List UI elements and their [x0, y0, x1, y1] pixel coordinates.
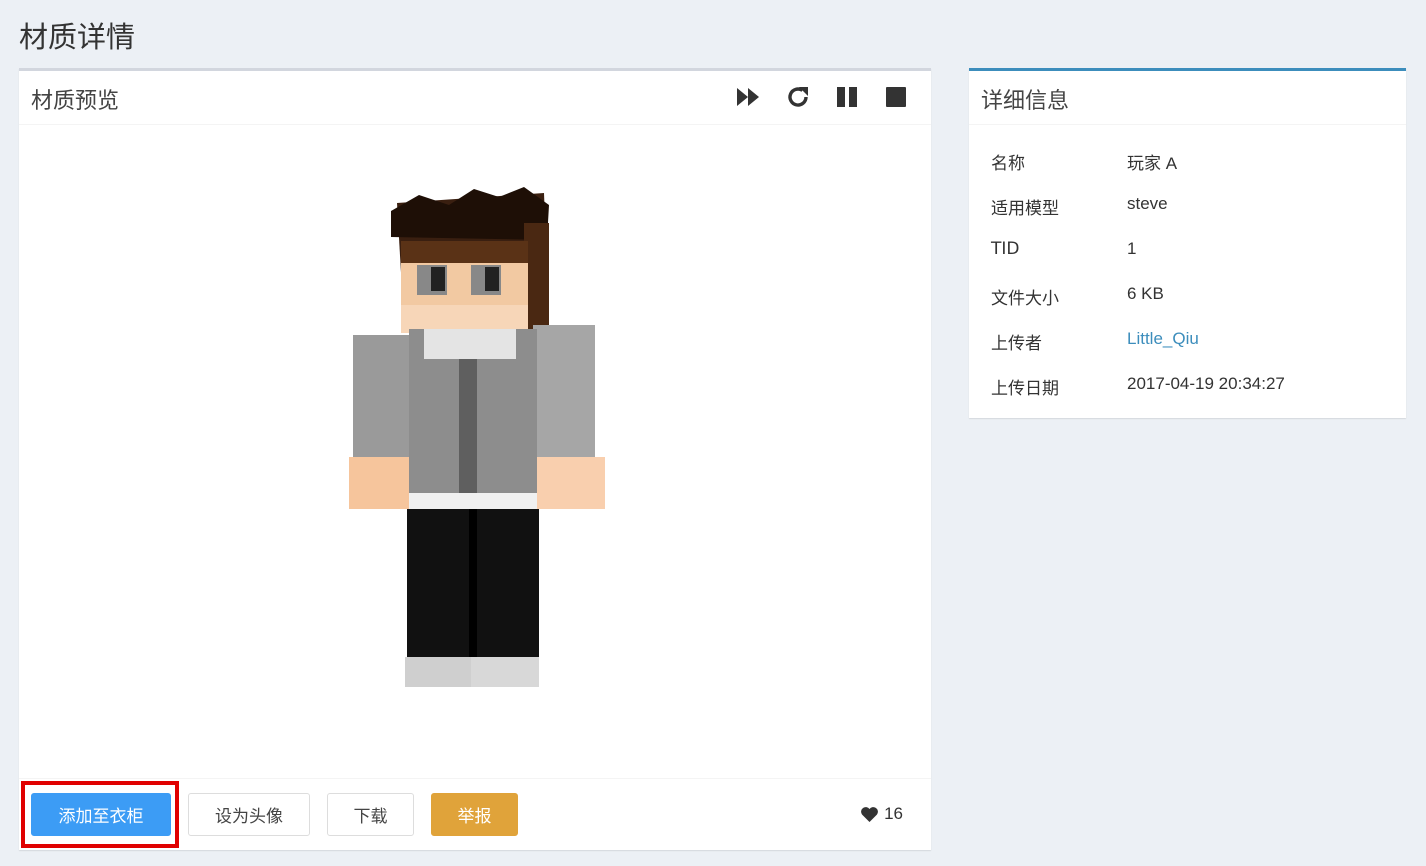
- preview-title: 材质预览: [31, 89, 120, 114]
- uploader-link[interactable]: Little_Qiu: [1127, 329, 1199, 349]
- page-title: 材质详情: [19, 20, 136, 54]
- info-key: 上传日期: [991, 379, 1059, 399]
- download-button[interactable]: 下载: [327, 793, 414, 836]
- highlight-box: [21, 781, 179, 848]
- fast-forward-icon[interactable]: [735, 83, 762, 110]
- info-key: 上传者: [991, 334, 1042, 354]
- info-key: 名称: [991, 154, 1025, 174]
- info-box: 详细信息 名称 玩家 A 适用模型 steve TID 1 文件大小 6 KB …: [969, 68, 1406, 418]
- info-key: 适用模型: [991, 199, 1059, 219]
- info-title: 详细信息: [981, 89, 1070, 114]
- likes-counter: 16: [860, 804, 903, 824]
- info-value: steve: [1127, 194, 1168, 213]
- preview-header: 材质预览: [19, 71, 931, 125]
- info-value: 1: [1127, 239, 1137, 258]
- redo-icon[interactable]: [784, 83, 811, 110]
- info-key: 文件大小: [991, 289, 1059, 309]
- skin-preview-canvas[interactable]: [19, 125, 931, 781]
- preview-tools: [735, 83, 909, 110]
- stop-icon[interactable]: [882, 83, 909, 110]
- info-value: 2017-04-19 20:34:27: [1127, 374, 1285, 393]
- info-value: 玩家 A: [1127, 154, 1178, 173]
- heart-icon: [861, 806, 878, 822]
- report-button[interactable]: 举报: [431, 793, 518, 836]
- info-value: 6 KB: [1127, 284, 1164, 303]
- pause-icon[interactable]: [833, 83, 860, 110]
- likes-count: 16: [884, 804, 903, 823]
- info-header: 详细信息: [969, 71, 1406, 125]
- set-avatar-button[interactable]: 设为头像: [188, 793, 310, 836]
- preview-box: 材质预览 添加至衣柜 设为头像 下载 举报 16: [19, 68, 931, 850]
- skin-model: [349, 187, 605, 687]
- info-key: TID: [991, 239, 1020, 259]
